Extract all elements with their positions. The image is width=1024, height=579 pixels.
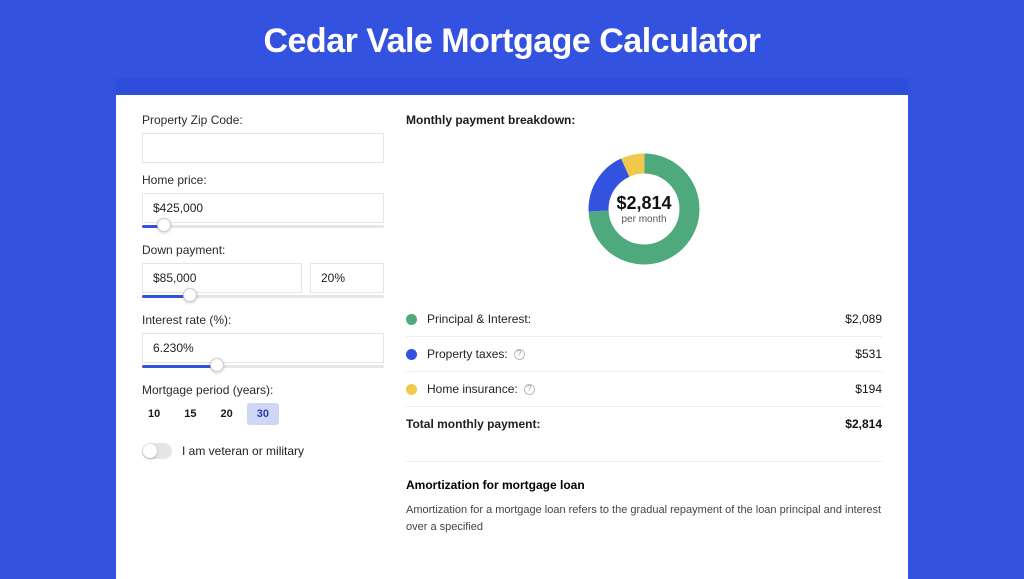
breakdown-title: Monthly payment breakdown:	[406, 113, 882, 127]
down-payment-amount-input[interactable]	[142, 263, 302, 293]
amortization-title: Amortization for mortgage loan	[406, 478, 882, 492]
veteran-label: I am veteran or military	[182, 444, 304, 458]
period-option-10[interactable]: 10	[142, 403, 170, 425]
calculator-card: Property Zip Code: Home price: Down paym…	[116, 79, 908, 579]
page-title: Cedar Vale Mortgage Calculator	[0, 0, 1024, 79]
veteran-row: I am veteran or military	[142, 443, 384, 459]
zip-input[interactable]	[142, 133, 384, 163]
breakdown-row: Property taxes:?$531	[406, 336, 882, 371]
total-value: $2,814	[845, 417, 882, 431]
info-icon[interactable]: ?	[524, 384, 535, 395]
breakdown-value: $194	[855, 382, 882, 396]
total-label: Total monthly payment:	[406, 417, 845, 431]
legend-dot-icon	[406, 314, 417, 325]
donut-center-sub: per month	[616, 214, 671, 225]
legend-dot-icon	[406, 384, 417, 395]
amortization-body: Amortization for a mortgage loan refers …	[406, 502, 882, 535]
breakdown-label: Principal & Interest:	[427, 312, 845, 326]
breakdown-value: $531	[855, 347, 882, 361]
period-option-30[interactable]: 30	[247, 403, 279, 425]
field-down-payment: Down payment:	[142, 243, 384, 303]
period-label: Mortgage period (years):	[142, 383, 384, 397]
breakdown-label: Home insurance:?	[427, 382, 855, 396]
home-price-label: Home price:	[142, 173, 384, 187]
interest-rate-input[interactable]	[142, 333, 384, 363]
donut-chart: $2,814 per month	[406, 137, 882, 281]
breakdown-row-total: Total monthly payment: $2,814	[406, 406, 882, 441]
breakdown-value: $2,089	[845, 312, 882, 326]
donut-center-amount: $2,814	[616, 193, 671, 214]
zip-label: Property Zip Code:	[142, 113, 384, 127]
field-home-price: Home price:	[142, 173, 384, 233]
period-option-20[interactable]: 20	[211, 403, 243, 425]
down-payment-percent-input[interactable]	[310, 263, 384, 293]
down-payment-label: Down payment:	[142, 243, 384, 257]
input-panel: Property Zip Code: Home price: Down paym…	[142, 113, 384, 535]
interest-rate-slider[interactable]	[142, 361, 384, 373]
field-interest-rate: Interest rate (%):	[142, 313, 384, 373]
breakdown-row: Home insurance:?$194	[406, 371, 882, 406]
period-option-15[interactable]: 15	[174, 403, 206, 425]
veteran-toggle[interactable]	[142, 443, 172, 459]
home-price-input[interactable]	[142, 193, 384, 223]
interest-rate-label: Interest rate (%):	[142, 313, 384, 327]
home-price-slider[interactable]	[142, 221, 384, 233]
breakdown-label: Property taxes:?	[427, 347, 855, 361]
field-period: Mortgage period (years): 10152030	[142, 383, 384, 425]
legend-dot-icon	[406, 349, 417, 360]
amortization-section: Amortization for mortgage loan Amortizat…	[406, 461, 882, 535]
breakdown-row: Principal & Interest:$2,089	[406, 301, 882, 336]
results-panel: Monthly payment breakdown: $2,814 per mo…	[406, 113, 882, 535]
toggle-knob-icon	[143, 444, 157, 458]
down-payment-slider[interactable]	[142, 291, 384, 303]
info-icon[interactable]: ?	[514, 349, 525, 360]
field-zip: Property Zip Code:	[142, 113, 384, 163]
